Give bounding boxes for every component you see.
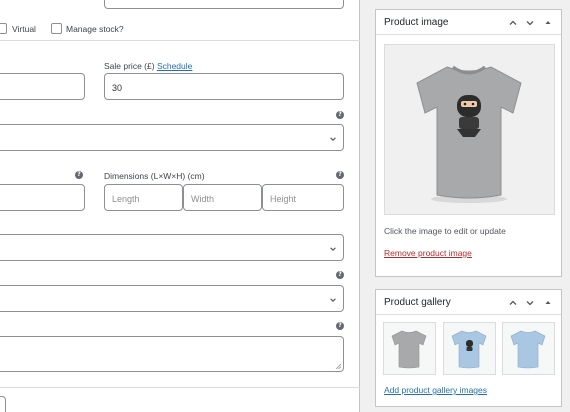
- top-field[interactable]: [104, 0, 344, 9]
- regular-price-input[interactable]: [0, 73, 85, 100]
- product-gallery-title: Product gallery: [384, 297, 451, 308]
- manage-stock-label: Manage stock?: [66, 24, 124, 34]
- weight-input[interactable]: [0, 184, 85, 211]
- width-placeholder: Width: [191, 194, 215, 204]
- product-gallery-header: Product gallery: [376, 290, 561, 315]
- virtual-checkbox[interactable]: [0, 23, 7, 34]
- sale-price-label: Sale price (£) Schedule: [104, 61, 193, 71]
- product-image-title: Product image: [384, 17, 449, 28]
- select-field[interactable]: [0, 285, 344, 312]
- weight-help-icon[interactable]: ?: [75, 171, 83, 179]
- gallery-thumbnail-blue-tshirt-ninja[interactable]: [443, 322, 496, 375]
- sale-price-value: 30: [112, 83, 123, 93]
- tshirt-thumbnail-icon: [451, 330, 487, 369]
- help-icon[interactable]: ?: [336, 271, 344, 279]
- purchase-note-textarea[interactable]: [0, 336, 344, 372]
- schedule-link[interactable]: Schedule: [157, 61, 192, 71]
- dimensions-help-icon[interactable]: ?: [336, 171, 344, 179]
- remove-product-image-link[interactable]: Remove product image: [384, 248, 472, 258]
- length-input[interactable]: Length: [104, 184, 183, 211]
- collapse-toggle-icon[interactable]: [543, 18, 553, 28]
- product-gallery-box: Product gallery Add product gallery imag…: [375, 289, 562, 407]
- bottom-field[interactable]: [0, 396, 6, 412]
- help-icon[interactable]: ?: [336, 111, 344, 119]
- divider: [0, 387, 360, 388]
- gallery-thumbnail-grey-tshirt[interactable]: [383, 322, 436, 375]
- resize-handle-icon[interactable]: [335, 363, 341, 369]
- product-image-box: Product image Click the image to edit or…: [375, 9, 562, 277]
- tshirt-image: [416, 65, 522, 203]
- sale-price-input[interactable]: 30: [104, 73, 344, 100]
- product-data-panel: Virtual Manage stock? Sale price (£) Sch…: [0, 0, 360, 412]
- move-up-icon[interactable]: [508, 298, 518, 308]
- help-icon[interactable]: ?: [336, 322, 344, 330]
- divider: [0, 40, 360, 41]
- shipping-class-select[interactable]: [0, 234, 344, 261]
- virtual-label: Virtual: [12, 24, 36, 34]
- edit-image-hint: Click the image to edit or update: [384, 226, 506, 236]
- add-gallery-images-link[interactable]: Add product gallery images: [384, 385, 487, 395]
- height-placeholder: Height: [270, 194, 297, 204]
- chevron-down-icon: [330, 137, 336, 141]
- collapse-toggle-icon[interactable]: [543, 298, 553, 308]
- dimensions-label: Dimensions (L×W×H) (cm): [104, 171, 205, 181]
- tax-status-select[interactable]: [0, 124, 344, 151]
- height-input[interactable]: Height: [262, 184, 344, 211]
- tshirt-thumbnail-icon: [510, 330, 546, 369]
- chevron-down-icon: [330, 247, 336, 251]
- product-image[interactable]: [384, 44, 555, 215]
- move-up-icon[interactable]: [508, 18, 518, 28]
- move-down-icon[interactable]: [525, 18, 535, 28]
- length-placeholder: Length: [112, 194, 140, 204]
- product-image-header: Product image: [376, 10, 561, 35]
- manage-stock-checkbox[interactable]: [51, 23, 62, 34]
- width-input[interactable]: Width: [183, 184, 262, 211]
- move-down-icon[interactable]: [525, 298, 535, 308]
- chevron-down-icon: [330, 298, 336, 302]
- tshirt-thumbnail-icon: [391, 330, 427, 369]
- gallery-thumbnail-blue-tshirt[interactable]: [502, 322, 555, 375]
